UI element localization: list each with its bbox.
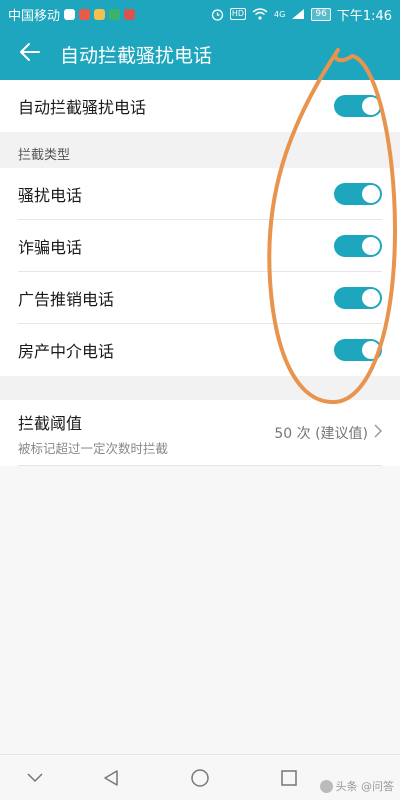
status-left: 中国移动 — [8, 5, 136, 24]
app-notification-icon — [64, 8, 76, 20]
recents-square-icon[interactable] — [276, 765, 302, 791]
signal-icon — [291, 8, 305, 20]
watermark: 头条 @问答 — [319, 778, 395, 794]
clock: 下午1:46 — [336, 8, 392, 24]
signal-type-label: 4G — [274, 9, 286, 19]
page-title: 自动拦截骚扰电话 — [60, 44, 213, 67]
wifi-icon — [252, 8, 268, 20]
arrow-left-icon — [19, 42, 41, 66]
toggle-knob — [362, 237, 380, 255]
list-item-harassment[interactable]: 骚扰电话 — [0, 168, 400, 220]
toggle-knob — [362, 185, 380, 203]
app-notification-icon — [94, 8, 106, 20]
hd-badge: HD — [229, 8, 247, 20]
back-button[interactable] — [0, 28, 60, 80]
list-item-label: 房产中介电话 — [18, 342, 115, 361]
threshold-value-label: 50 次 (建议值) — [274, 426, 368, 442]
app-notification-icon — [79, 8, 91, 20]
section-gap — [0, 376, 400, 400]
toggle-knob — [362, 97, 380, 115]
status-bar: 中国移动 HD 4G 96 下午1:46 — [0, 0, 400, 28]
watermark-text: 头条 @问答 — [335, 780, 395, 793]
toggle-knob — [362, 341, 380, 359]
master-toggle-switch[interactable] — [334, 95, 382, 117]
watermark-logo-icon — [319, 779, 333, 793]
blank-area — [0, 466, 400, 754]
carrier-label: 中国移动 — [8, 8, 61, 24]
list-item-label: 诈骗电话 — [18, 238, 83, 257]
fraud-toggle-switch[interactable] — [334, 235, 382, 257]
section-header-intercept-types: 拦截类型 — [0, 132, 400, 168]
section-header-label: 拦截类型 — [18, 148, 71, 163]
chevron-down-icon[interactable] — [22, 765, 48, 791]
master-toggle-row[interactable]: 自动拦截骚扰电话 — [0, 80, 400, 132]
list-item-label: 广告推销电话 — [18, 290, 115, 309]
list-item-fraud[interactable]: 诈骗电话 — [0, 220, 400, 272]
app-notification-icon — [109, 8, 121, 20]
battery-indicator: 96 — [311, 7, 331, 21]
harassment-toggle-switch[interactable] — [334, 183, 382, 205]
threshold-subtitle: 被标记超过一定次数时拦截 — [18, 440, 169, 456]
alarm-icon — [211, 8, 224, 21]
chevron-right-icon — [374, 424, 383, 442]
home-circle-icon[interactable] — [187, 765, 213, 791]
toolbar: 自动拦截骚扰电话 — [0, 28, 400, 80]
threshold-value[interactable]: 50 次 (建议值) — [274, 423, 383, 443]
list-item-real-estate[interactable]: 房产中介电话 — [0, 324, 400, 376]
advertising-toggle-switch[interactable] — [334, 287, 382, 309]
list-item-label: 骚扰电话 — [18, 186, 83, 205]
navigation-bar: 头条 @问答 — [0, 754, 400, 800]
real-estate-toggle-switch[interactable] — [334, 339, 382, 361]
threshold-title: 拦截阈值 — [18, 413, 83, 433]
threshold-row[interactable]: 拦截阈值 被标记超过一定次数时拦截 50 次 (建议值) — [0, 400, 400, 466]
master-toggle-label: 自动拦截骚扰电话 — [18, 98, 147, 117]
back-triangle-icon[interactable] — [98, 765, 124, 791]
list-item-advertising[interactable]: 广告推销电话 — [0, 272, 400, 324]
toggle-knob — [362, 289, 380, 307]
threshold-text: 拦截阈值 被标记超过一定次数时拦截 — [18, 410, 168, 457]
app-notification-icon — [124, 8, 136, 20]
status-right: HD 4G 96 下午1:46 — [211, 5, 392, 24]
